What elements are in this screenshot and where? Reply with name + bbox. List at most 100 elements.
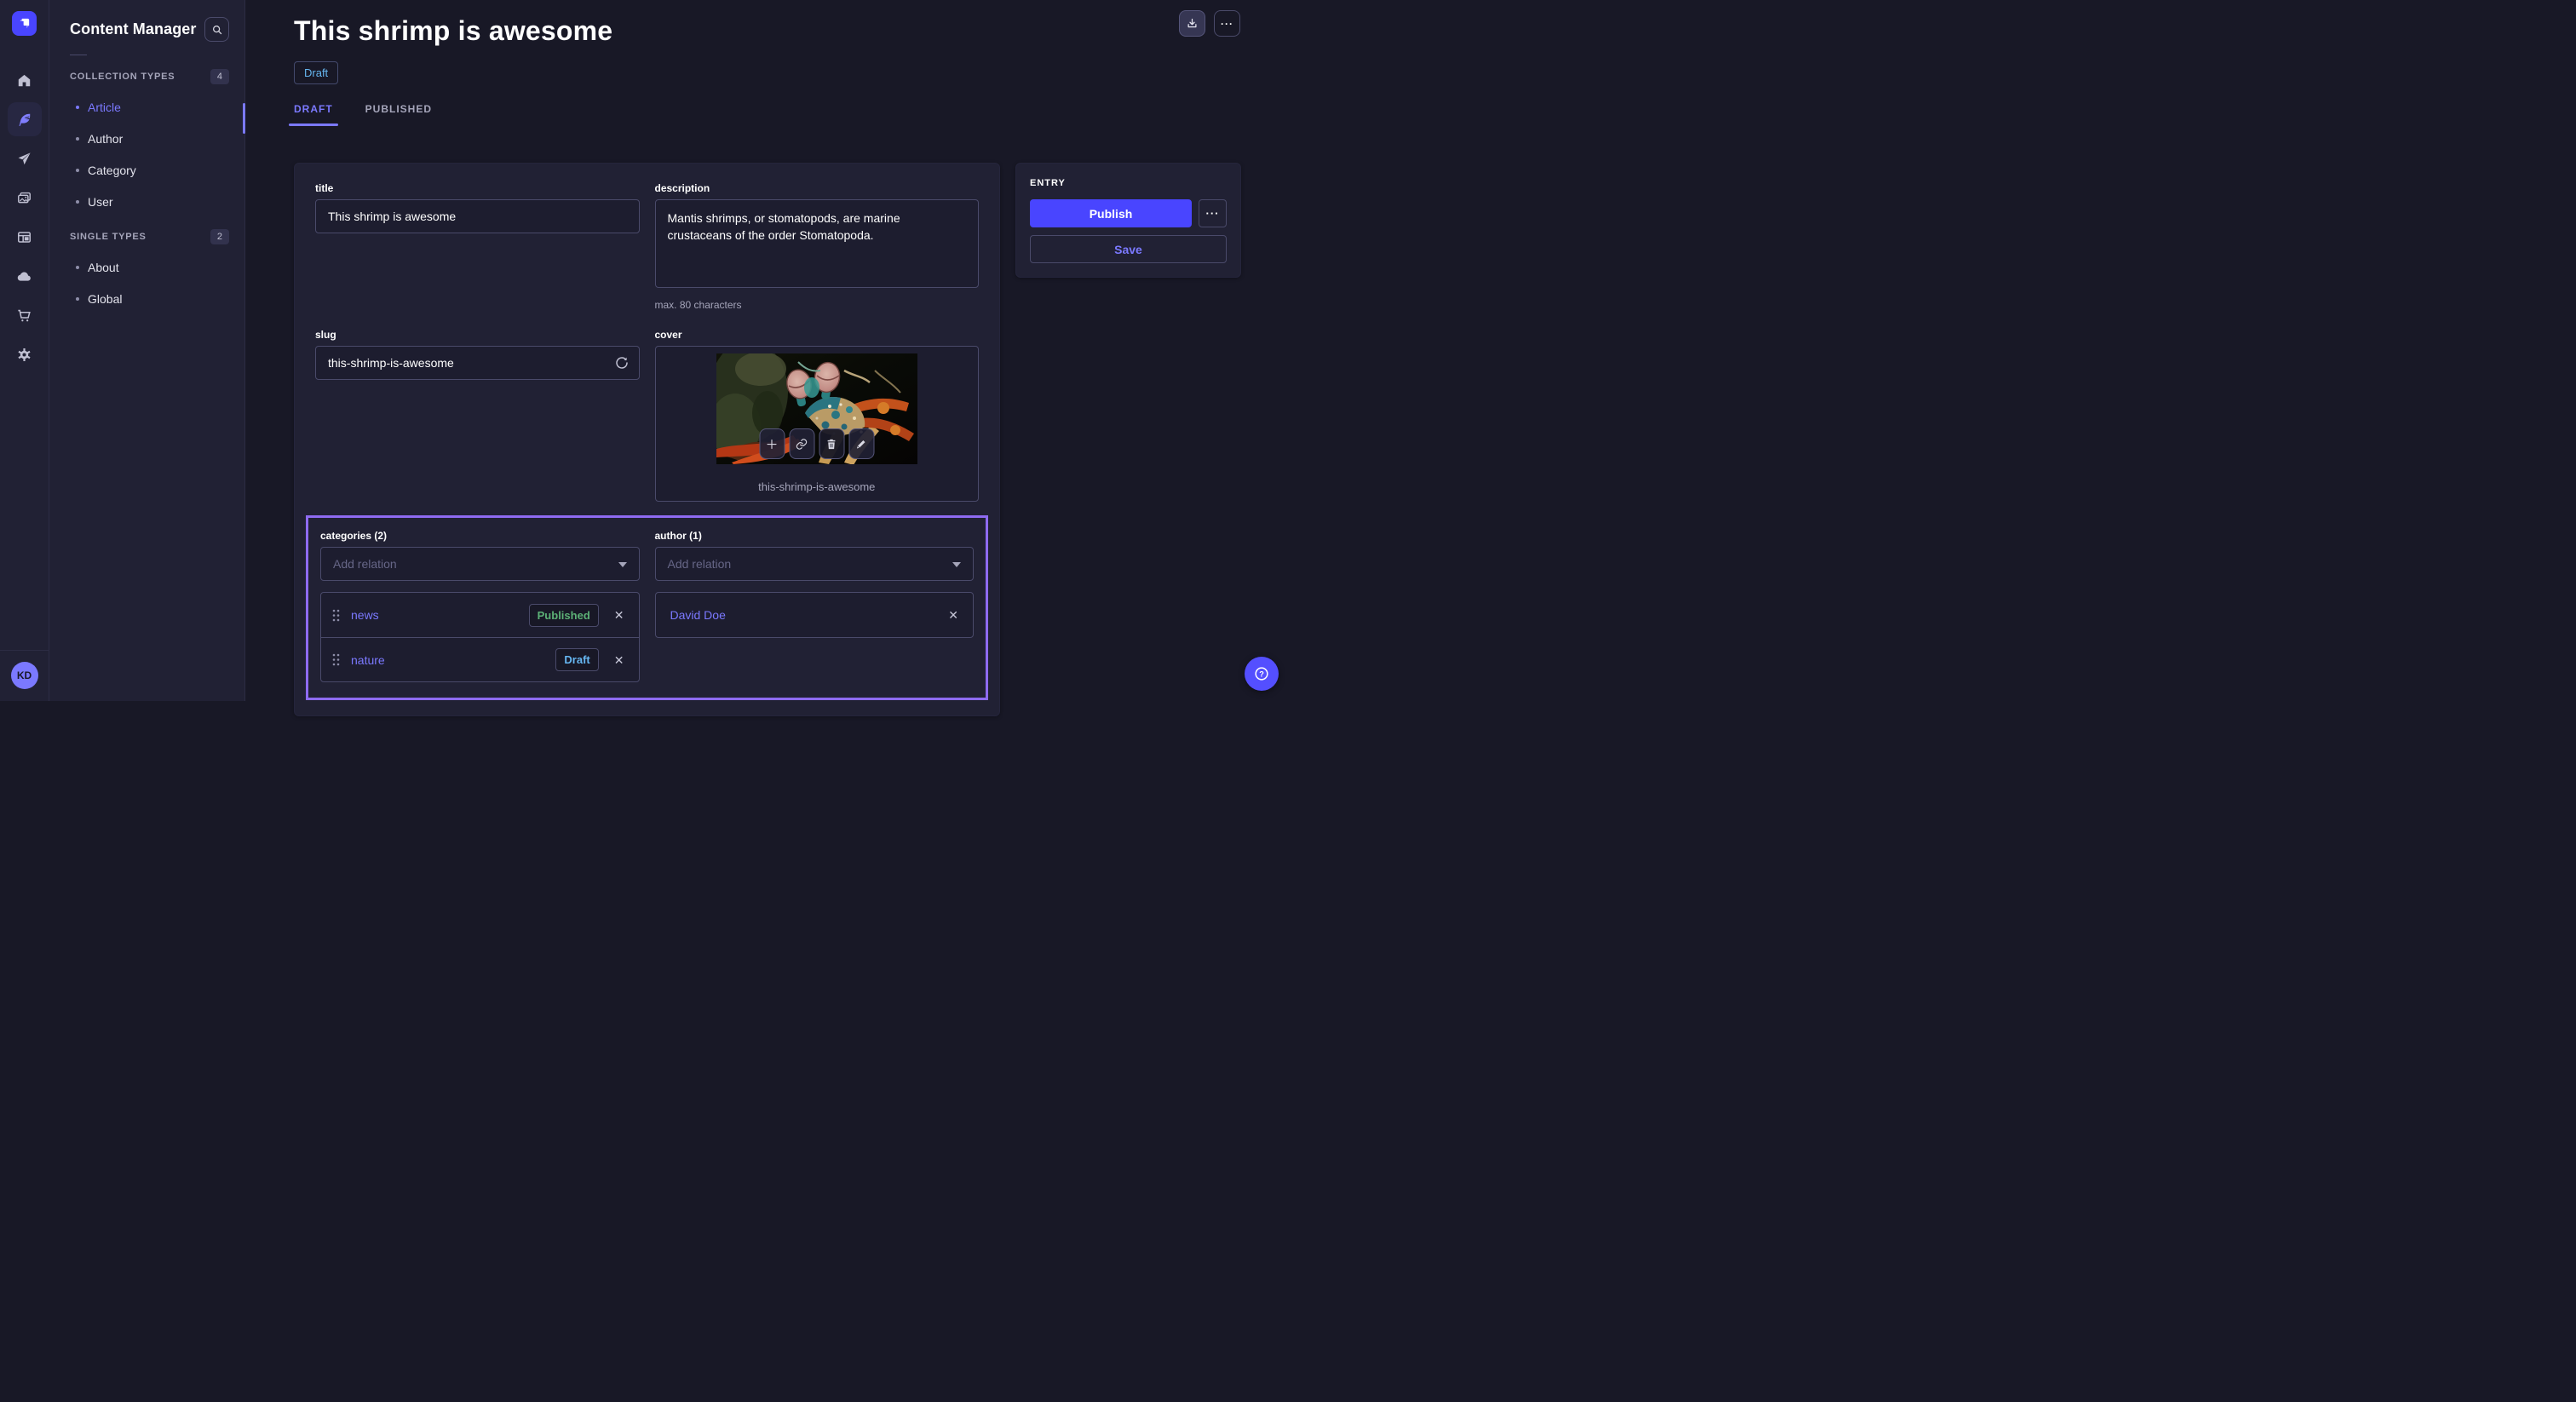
sidebar-title: Content Manager (70, 20, 197, 38)
save-button[interactable]: Save (1030, 235, 1227, 263)
bullet-icon (76, 200, 79, 204)
bullet-icon (76, 137, 79, 141)
svg-text:?: ? (1259, 669, 1264, 678)
cover-filename: this-shrimp-is-awesome (758, 480, 875, 493)
relation-row-david-doe: David Doe ✕ (656, 593, 974, 637)
settings-gear-icon[interactable] (8, 337, 42, 371)
bullet-icon (76, 266, 79, 269)
regenerate-slug-button[interactable] (614, 355, 630, 371)
strapi-logo[interactable] (12, 11, 37, 36)
download-icon (1186, 17, 1199, 30)
deploy-cloud-icon[interactable] (8, 259, 42, 293)
nav-rail: KD (0, 0, 49, 701)
search-icon (211, 24, 223, 36)
slug-label: slug (315, 329, 640, 341)
pencil-icon (855, 438, 868, 451)
page-title: This shrimp is awesome (294, 15, 1288, 47)
sidebar-item-user[interactable]: User (49, 186, 244, 217)
sidebar-item-article[interactable]: Article (49, 91, 244, 123)
drag-handle-icon[interactable] (332, 609, 340, 622)
published-status-pill: Published (529, 604, 599, 627)
description-field: description Mantis shrimps, or stomatopo… (655, 182, 980, 311)
collection-types-list: Article Author Category User (49, 91, 244, 217)
cover-label: cover (655, 329, 980, 341)
content-manager-sidebar: Content Manager COLLECTION TYPES 4 Artic… (49, 0, 245, 701)
collection-types-count-badge: 4 (210, 69, 229, 84)
marketplace-cart-icon[interactable] (8, 298, 42, 332)
draft-status-pill: Draft (555, 648, 598, 671)
header-actions: ··· (1179, 10, 1240, 37)
slug-input[interactable] (315, 346, 640, 380)
releases-paper-plane-icon[interactable] (8, 141, 42, 175)
status-badge: Draft (294, 61, 338, 84)
content-manager-feather-icon[interactable] (8, 102, 42, 136)
rail-footer: KD (0, 650, 49, 701)
relation-link-david-doe[interactable]: David Doe (670, 608, 726, 622)
categories-relation-list: news Published ✕ (320, 592, 640, 682)
chevron-down-icon (618, 562, 627, 567)
trash-icon (825, 438, 838, 451)
relation-row-news: news Published ✕ (321, 593, 639, 637)
tab-draft[interactable]: DRAFT (294, 103, 333, 126)
rail-icon-list (8, 63, 42, 376)
edit-media-button[interactable] (848, 428, 874, 459)
drag-handle-icon[interactable] (332, 653, 340, 666)
export-download-button[interactable] (1179, 10, 1205, 37)
strapi-logo-glyph (17, 16, 32, 31)
title-field: title (315, 182, 640, 311)
home-icon[interactable] (8, 63, 42, 97)
entry-panel-title: ENTRY (1030, 178, 1227, 188)
app-root: KD Content Manager COLLECTION TYPES 4 Ar… (0, 0, 1288, 701)
copy-link-button[interactable] (789, 428, 814, 459)
description-textarea[interactable]: Mantis shrimps, or stomatopods, are mari… (655, 199, 980, 288)
remove-relation-button[interactable]: ✕ (611, 652, 628, 668)
title-input[interactable] (315, 199, 640, 233)
media-library-icon[interactable] (8, 181, 42, 215)
slug-field: slug (315, 329, 640, 502)
author-label: author (1) (655, 530, 975, 542)
relations-highlight-region: categories (2) Add relation (306, 515, 988, 700)
version-tabs: DRAFT PUBLISHED (294, 103, 1288, 126)
relation-link-nature[interactable]: nature (351, 653, 385, 667)
entry-more-button[interactable]: ··· (1199, 199, 1227, 227)
plus-icon (766, 438, 779, 451)
search-button[interactable] (204, 17, 229, 42)
add-media-button[interactable] (759, 428, 785, 459)
relation-row-nature: nature Draft ✕ (321, 637, 639, 681)
content-type-builder-icon[interactable] (8, 220, 42, 254)
header-more-button[interactable]: ··· (1214, 10, 1240, 37)
author-field: author (1) Add relation David Doe ✕ (655, 530, 975, 682)
categories-relation-combobox[interactable]: Add relation (320, 547, 640, 581)
single-types-heading: SINGLE TYPES (70, 232, 147, 242)
delete-media-button[interactable] (819, 428, 844, 459)
cover-field: cover (655, 329, 980, 502)
author-relation-list: David Doe ✕ (655, 592, 975, 638)
entry-panel: ENTRY Publish ··· Save (1015, 163, 1241, 278)
remove-relation-button[interactable]: ✕ (611, 607, 628, 623)
remove-relation-button[interactable]: ✕ (945, 607, 962, 623)
categories-label: categories (2) (320, 530, 640, 542)
single-types-list: About Global (49, 251, 244, 314)
cover-media-card: this-shrimp-is-awesome (655, 346, 980, 502)
sidebar-item-global[interactable]: Global (49, 283, 244, 314)
help-button[interactable]: ? (1245, 657, 1279, 691)
sidebar-item-about[interactable]: About (49, 251, 244, 283)
main-content: This shrimp is awesome Draft DRAFT PUBLI… (245, 0, 1288, 701)
publish-button[interactable]: Publish (1030, 199, 1192, 227)
collection-types-heading: COLLECTION TYPES (70, 72, 175, 82)
description-label: description (655, 182, 980, 194)
chevron-down-icon (952, 562, 961, 567)
sidebar-item-author[interactable]: Author (49, 123, 244, 154)
single-types-count-badge: 2 (210, 229, 229, 244)
relation-link-news[interactable]: news (351, 608, 379, 622)
question-mark-icon: ? (1253, 665, 1270, 682)
edit-form-panel: title description Mantis shrimps, or sto… (294, 163, 1000, 716)
categories-field: categories (2) Add relation (320, 530, 640, 682)
bullet-icon (76, 106, 79, 109)
sidebar-item-category[interactable]: Category (49, 154, 244, 186)
user-avatar[interactable]: KD (11, 662, 38, 689)
bullet-icon (76, 169, 79, 172)
author-relation-combobox[interactable]: Add relation (655, 547, 975, 581)
bullet-icon (76, 297, 79, 301)
tab-published[interactable]: PUBLISHED (365, 103, 432, 126)
